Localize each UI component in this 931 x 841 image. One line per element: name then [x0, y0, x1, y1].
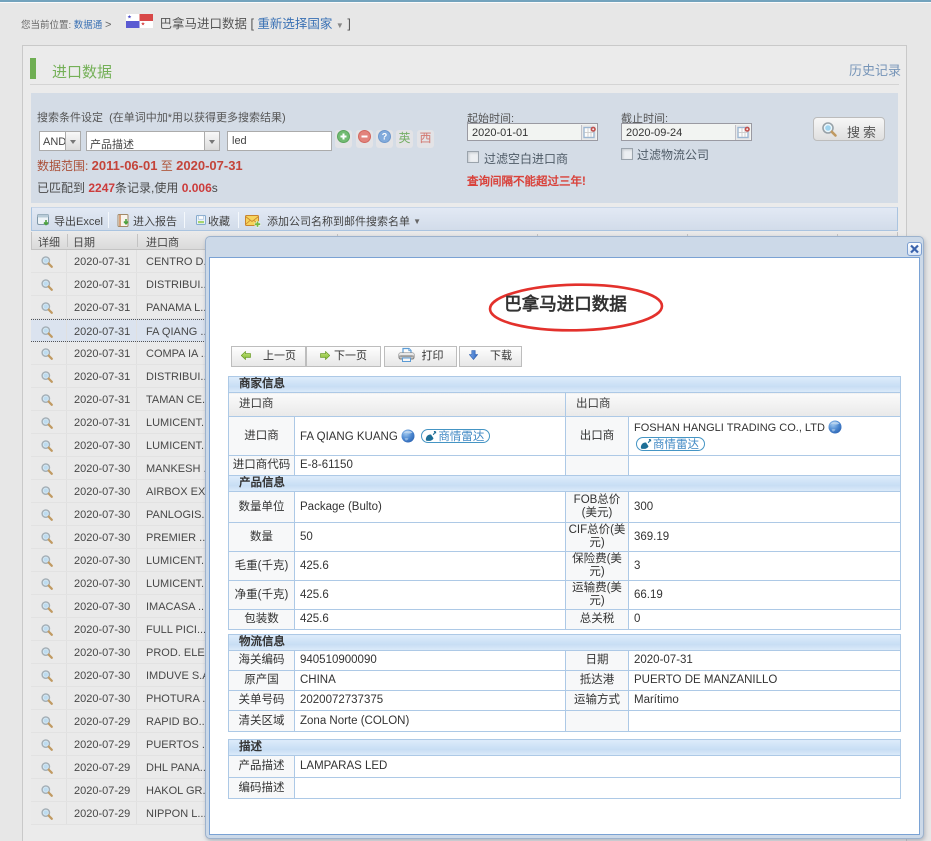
svg-text:?: ? [382, 132, 388, 142]
